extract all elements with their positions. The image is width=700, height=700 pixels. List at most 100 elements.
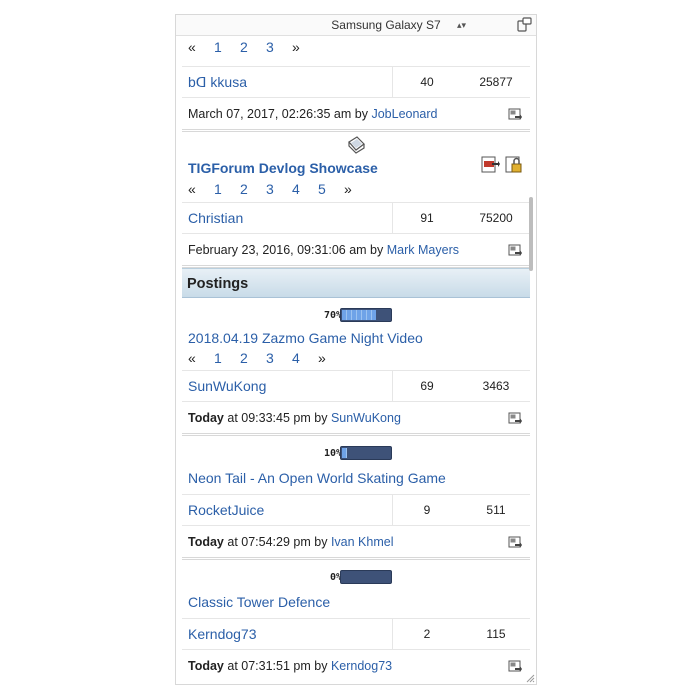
- page-prev[interactable]: «: [188, 178, 214, 200]
- progress-row: 0%: [182, 562, 530, 588]
- progress-bar: [340, 570, 392, 584]
- last-post-time: at 09:33:45 pm by: [227, 411, 328, 425]
- posting-entry: 70% 2018.04.19 Zazmo Game Night Video «1…: [182, 300, 530, 436]
- resize-grip-icon[interactable]: [525, 673, 535, 683]
- progress-row: 70%: [182, 300, 530, 326]
- board-title-link[interactable]: TIGForum Devlog Showcase: [188, 160, 378, 176]
- last-post-user[interactable]: Ivan Khmel: [331, 535, 394, 549]
- last-post: March 07, 2017, 02:26:35 am by JobLeonar…: [182, 98, 530, 129]
- page-link[interactable]: 3: [266, 36, 292, 58]
- rotate-device-icon[interactable]: [516, 16, 532, 32]
- progress-row: 10%: [182, 438, 530, 464]
- page-link[interactable]: 1: [214, 36, 240, 58]
- topic-stats: RocketJuice 9 511: [182, 494, 530, 526]
- progress-percent: 70%: [323, 310, 342, 321]
- page-next[interactable]: »: [318, 350, 344, 366]
- posting-entry: 10% Neon Tail - An Open World Skating Ga…: [182, 438, 530, 560]
- topic-stats: SunWuKong 69 3463: [182, 370, 530, 402]
- last-post-time: at 07:31:51 pm by: [227, 659, 328, 673]
- page-link[interactable]: 4: [292, 178, 318, 200]
- progress-percent: 0%: [329, 572, 342, 583]
- last-post-info: March 07, 2017, 02:26:35 am by JobLeonar…: [188, 107, 438, 121]
- section-header: Postings: [182, 268, 530, 298]
- last-post: Today at 07:54:29 pm by Ivan Khmel: [182, 526, 530, 557]
- last-post-info: February 23, 2016, 09:31:06 am by Mark M…: [188, 243, 459, 257]
- page-prev[interactable]: «: [188, 36, 214, 58]
- board-icon-row: [182, 132, 530, 158]
- last-post-user[interactable]: SunWuKong: [331, 411, 401, 425]
- go-to-last-post-icon[interactable]: [508, 535, 522, 549]
- board-title-row: TIGForum Devlog Showcase: [182, 155, 530, 180]
- last-post-info: Today at 07:31:51 pm by Kerndog73: [188, 659, 392, 673]
- last-post-user[interactable]: Mark Mayers: [387, 243, 459, 257]
- go-to-last-post-icon[interactable]: [508, 243, 522, 257]
- scroll-thumb[interactable]: [529, 197, 533, 271]
- pagination: «1 2 3»: [182, 36, 530, 58]
- progress-bar: [340, 446, 392, 460]
- pagination: «1 2 3 4»: [182, 350, 530, 370]
- poster-link[interactable]: Christian: [188, 210, 243, 226]
- replies-count: 91: [420, 211, 434, 225]
- last-post-info: Today at 09:33:45 pm by SunWuKong: [188, 411, 401, 425]
- device-name: Samsung Galaxy S7: [331, 18, 441, 32]
- views-count: 75200: [479, 211, 513, 225]
- topic-title-link[interactable]: 2018.04.19 Zazmo Game Night Video: [188, 330, 423, 346]
- go-to-last-post-icon[interactable]: [508, 411, 522, 425]
- today-label: Today: [188, 535, 224, 549]
- device-toolbar: Samsung Galaxy S7 ▴▾: [176, 15, 536, 36]
- views-count: 115: [486, 627, 506, 641]
- poster-link[interactable]: SunWuKong: [188, 378, 266, 394]
- board-entry: «1 2 3» bᗡ kkusa 40 25877 March 07, 2017, …: [182, 36, 530, 132]
- replies-count: 69: [420, 379, 434, 393]
- page-link[interactable]: 2: [240, 178, 266, 200]
- last-post-info: Today at 07:54:29 pm by Ivan Khmel: [188, 535, 393, 549]
- page-link[interactable]: 1: [214, 178, 240, 200]
- page-link[interactable]: 1: [214, 350, 240, 366]
- poster-link[interactable]: bᗡ kkusa: [188, 74, 247, 91]
- progress-fill: [342, 310, 376, 320]
- topic-title-link[interactable]: Neon Tail - An Open World Skating Game: [188, 470, 446, 486]
- poster-link[interactable]: Kerndog73: [188, 626, 257, 642]
- go-to-last-post-icon[interactable]: [508, 659, 522, 673]
- views-count: 511: [486, 503, 506, 517]
- page-link[interactable]: 2: [240, 350, 266, 366]
- progress-bar: [340, 308, 392, 322]
- topic-title-row: Classic Tower Defence: [182, 590, 530, 614]
- replies-count: 40: [420, 75, 434, 89]
- last-post: Today at 07:31:51 pm by Kerndog73: [182, 650, 530, 675]
- posting-entry: 0% Classic Tower Defence Kerndog73 2 115…: [182, 562, 530, 675]
- progress-fill: [342, 448, 347, 458]
- pagination: «1 2 3 4 5»: [182, 178, 530, 200]
- page-link[interactable]: 3: [266, 350, 292, 366]
- today-label: Today: [188, 659, 224, 673]
- go-to-last-post-icon[interactable]: [508, 107, 522, 121]
- page-link[interactable]: 3: [266, 178, 292, 200]
- views-count: 25877: [479, 75, 513, 89]
- poster-link[interactable]: RocketJuice: [188, 502, 264, 518]
- select-arrows-icon: ▴▾: [456, 20, 466, 30]
- page-prev[interactable]: «: [188, 350, 214, 366]
- last-post-date: March 07, 2017, 02:26:35 am by: [188, 107, 368, 121]
- page-next[interactable]: »: [344, 178, 370, 200]
- replies-count: 2: [423, 627, 431, 641]
- page-link[interactable]: 4: [292, 350, 318, 366]
- replies-count: 9: [423, 503, 431, 517]
- scrollbar[interactable]: [528, 35, 534, 675]
- today-label: Today: [188, 411, 224, 425]
- page-viewport: «1 2 3» bᗡ kkusa 40 25877 March 07, 2017, …: [182, 35, 530, 675]
- device-select[interactable]: Samsung Galaxy S7 ▴▾: [306, 17, 466, 33]
- device-frame: Samsung Galaxy S7 ▴▾ «1 2 3» bᗡ kkusa 40 2…: [175, 14, 537, 685]
- topic-title-row: 2018.04.19 Zazmo Game Night Video: [182, 326, 530, 350]
- last-post-date: February 23, 2016, 09:31:06 am by: [188, 243, 384, 257]
- page-link[interactable]: 2: [240, 36, 266, 58]
- locked-icon: [505, 156, 522, 173]
- last-post-user[interactable]: JobLeonard: [371, 107, 437, 121]
- new-post-icon: [481, 156, 501, 173]
- board-entry: TIGForum Devlog Showcase «1 2 3 4 5» Christi…: [182, 132, 530, 268]
- topic-title-link[interactable]: Classic Tower Defence: [188, 594, 330, 610]
- board-stats: bᗡ kkusa 40 25877: [182, 66, 530, 98]
- last-post-user[interactable]: Kerndog73: [331, 659, 392, 673]
- page-link[interactable]: 5: [318, 178, 344, 200]
- board-status-icons: [480, 155, 524, 180]
- page-next[interactable]: »: [292, 36, 318, 58]
